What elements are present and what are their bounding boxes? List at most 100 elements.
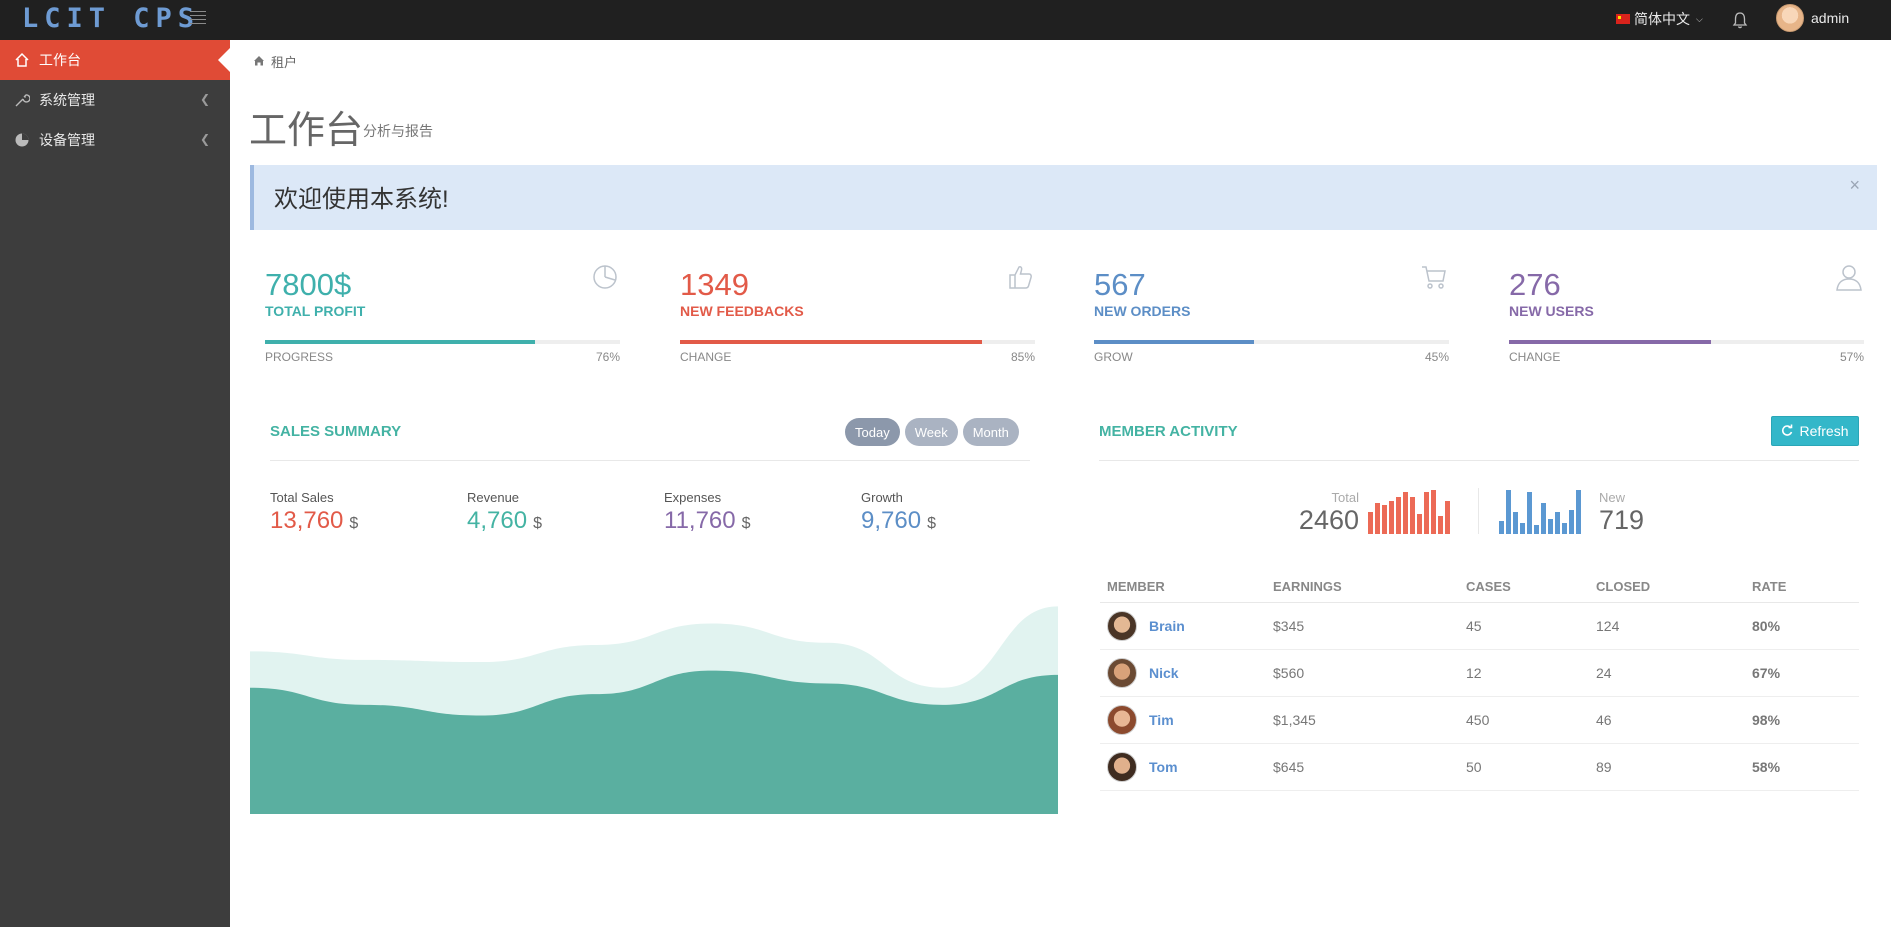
sidebar-item-workbench[interactable]: 工作台 [0, 40, 230, 80]
divider [1099, 460, 1859, 461]
member-name[interactable]: Brain [1149, 618, 1185, 634]
stat-percent: 76% [595, 350, 620, 364]
progress-fill [680, 340, 982, 344]
new-sparkline [1499, 490, 1581, 534]
cases-cell: 50 [1459, 743, 1589, 791]
app-logo[interactable]: LCIT CPS [22, 3, 200, 34]
member-name[interactable]: Nick [1149, 665, 1179, 681]
member-name[interactable]: Tim [1149, 712, 1174, 728]
sparkline-bar [1431, 490, 1436, 534]
summary-revenue: Revenue 4,760 $ [467, 490, 542, 535]
sidebar-item-label: 工作台 [39, 52, 81, 68]
column-header[interactable]: EARNINGS [1266, 572, 1459, 603]
refresh-icon [1781, 423, 1793, 439]
stat-footer: CHANGE [1509, 350, 1561, 364]
period-tabs: Today Week Month [845, 418, 1019, 446]
stat-total-profit: 7800$ TOTAL PROFIT PROGRESS 76% [265, 262, 620, 372]
column-header[interactable]: CLOSED [1589, 572, 1745, 603]
total-sparkline [1368, 490, 1450, 534]
closed-cell: 46 [1589, 696, 1745, 744]
stat-new-orders: 567 NEW ORDERS GROW 45% [1094, 262, 1449, 372]
language-selector[interactable]: 简体中文 ⌵ [1616, 9, 1703, 29]
page-subtitle: 分析与报告 [363, 123, 433, 139]
summary-label: Total Sales [270, 490, 334, 505]
progress-track [1094, 340, 1449, 344]
sidebar-item-system[interactable]: 系统管理 ❮ [0, 80, 230, 120]
refresh-button[interactable]: Refresh [1771, 416, 1859, 446]
close-icon[interactable]: × [1849, 175, 1860, 196]
summary-value: 13,760 [270, 507, 344, 534]
avatar [1107, 657, 1137, 688]
earnings-cell: $345 [1266, 602, 1459, 650]
stat-percent: 57% [1839, 350, 1864, 364]
breadcrumb-item[interactable]: 租户 [271, 52, 297, 71]
cases-cell: 450 [1459, 696, 1589, 744]
earnings-cell: $560 [1266, 649, 1459, 697]
cases-cell: 12 [1459, 649, 1589, 697]
cart-icon [1419, 262, 1449, 292]
home-icon[interactable] [253, 54, 265, 69]
summary-value: 4,760 [467, 507, 528, 534]
earnings-cell: $1,345 [1266, 696, 1459, 744]
sparkline-bar [1438, 516, 1443, 534]
progress-track [265, 340, 620, 344]
summary-label: Growth [861, 490, 903, 505]
sparkline-bar [1389, 501, 1394, 534]
alert-text: 欢迎使用本系统! [274, 186, 449, 213]
tab-today[interactable]: Today [845, 418, 900, 446]
user-menu[interactable]: admin [1776, 4, 1849, 32]
currency-symbol: $ [741, 515, 751, 532]
home-icon [13, 51, 31, 69]
sparkline-bar [1499, 521, 1504, 534]
refresh-label: Refresh [1799, 423, 1849, 439]
sparkline-bar [1520, 523, 1525, 534]
summary-label: Revenue [467, 490, 520, 505]
sparkline-bar [1410, 497, 1415, 534]
activity-new-label: New [1599, 490, 1626, 505]
column-header[interactable]: MEMBER [1100, 572, 1266, 603]
chevron-down-icon: ⌵ [1696, 13, 1703, 24]
stat-footer: CHANGE [680, 350, 732, 364]
table-row: Brain $345 45 124 80% [1100, 602, 1859, 650]
menu-icon[interactable] [190, 11, 206, 25]
top-navbar: LCIT CPS 简体中文 ⌵ admin [0, 0, 1891, 40]
tab-week[interactable]: Week [904, 418, 958, 446]
flag-cn-icon [1616, 14, 1630, 24]
sparkline-bar [1424, 492, 1429, 534]
member-table: MEMBER EARNINGS CASES CLOSED RATE Brain … [1100, 572, 1859, 791]
progress-fill [265, 340, 535, 344]
avatar [1107, 610, 1137, 641]
member-name[interactable]: Tom [1149, 759, 1178, 775]
activity-total-label: Total [1331, 490, 1359, 505]
tab-month[interactable]: Month [962, 418, 1019, 446]
summary-growth: Growth 9,760 $ [861, 490, 936, 535]
summary-value: 11,760 [664, 507, 736, 534]
progress-fill [1094, 340, 1254, 344]
closed-cell: 24 [1589, 649, 1745, 697]
rate-cell: 98% [1745, 696, 1859, 744]
rate-cell: 80% [1745, 602, 1859, 650]
bell-icon[interactable] [1732, 11, 1748, 29]
sidebar: 工作台 系统管理 ❮ 设备管理 ❮ [0, 40, 230, 927]
column-header[interactable]: CASES [1459, 572, 1589, 603]
thumbs-up-icon [1005, 262, 1035, 292]
stat-label: NEW USERS [1509, 303, 1594, 319]
summary-expenses: Expenses 11,760 $ [664, 490, 751, 535]
sparkline-bar [1513, 512, 1518, 534]
chevron-left-icon: ❮ [199, 132, 210, 146]
stat-percent: 45% [1424, 350, 1449, 364]
sidebar-item-device[interactable]: 设备管理 ❮ [0, 120, 230, 160]
pie-chart-icon [13, 131, 31, 149]
sparkline-bar [1555, 512, 1560, 534]
closed-cell: 124 [1589, 602, 1745, 650]
avatar [1107, 704, 1137, 735]
rate-cell: 67% [1745, 649, 1859, 697]
column-header[interactable]: RATE [1745, 572, 1859, 603]
sidebar-item-label: 设备管理 [39, 132, 95, 148]
summary-label: Expenses [664, 490, 722, 505]
sales-summary-title: SALES SUMMARY [270, 423, 402, 440]
avatar [1107, 751, 1137, 782]
user-icon [1834, 262, 1864, 292]
table-header: MEMBER EARNINGS CASES CLOSED RATE [1100, 572, 1859, 603]
progress-track [680, 340, 1035, 344]
